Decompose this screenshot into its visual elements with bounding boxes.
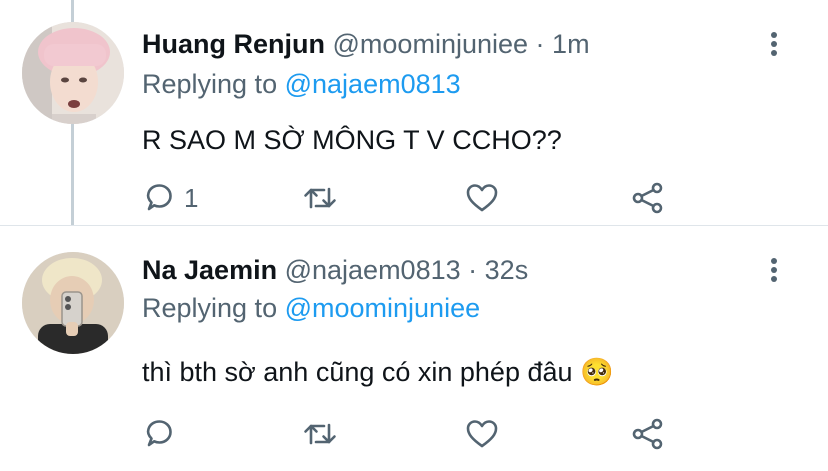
tweet-text: thì bth sờ anh cũng có xin phép đâu 🥺 [142,352,614,392]
replying-to-mention[interactable]: @moominjuniee [285,293,481,323]
retweet-icon [302,181,338,215]
like-button[interactable] [464,414,500,454]
retweet-button[interactable] [302,178,338,218]
heart-icon [464,417,500,451]
reply-icon [142,181,176,215]
separator-dot: · [535,29,545,59]
replying-to-mention[interactable]: @najaem0813 [285,69,461,99]
tweet-2[interactable]: Na Jaemin @najaem0813 · 32s Replying to … [0,226,828,471]
replying-to-line: Replying to @moominjuniee [142,288,480,328]
reply-button[interactable]: 1 [142,178,198,218]
more-vertical-icon[interactable] [756,252,792,288]
action-bar: 1 [142,178,682,218]
reply-icon [142,417,176,451]
like-button[interactable] [464,178,500,218]
more-vertical-icon[interactable] [756,26,792,62]
share-button[interactable] [630,414,666,454]
timestamp[interactable]: 1m [552,29,590,59]
pleading-face-emoji: 🥺 [580,357,614,387]
heart-icon [464,181,500,215]
tweet-header: Huang Renjun @moominjuniee · 1m [142,24,590,64]
reply-count: 1 [184,182,199,213]
share-button[interactable] [630,178,666,218]
separator-dot: · [468,255,478,285]
display-name[interactable]: Na Jaemin [142,255,277,285]
replying-to-line: Replying to @najaem0813 [142,64,461,104]
tweet-header: Na Jaemin @najaem0813 · 32s [142,250,528,290]
tweet-text: R SAO M SỜ MÔNG T V CCHO?? [142,125,562,155]
action-bar [142,414,682,454]
user-handle[interactable]: @moominjuniee [333,29,529,59]
avatar[interactable] [22,22,124,124]
timestamp[interactable]: 32s [485,255,529,285]
replying-to-label: Replying to [142,69,278,99]
share-icon [630,416,666,452]
display-name[interactable]: Huang Renjun [142,29,325,59]
tweet-text-content: thì bth sờ anh cũng có xin phép đâu [142,357,573,387]
retweet-icon [302,417,338,451]
share-icon [630,180,666,216]
replying-to-label: Replying to [142,293,278,323]
avatar[interactable] [22,252,124,354]
reply-button[interactable] [142,414,184,454]
tweet-1[interactable]: Huang Renjun @moominjuniee · 1m Replying… [0,0,828,225]
retweet-button[interactable] [302,414,338,454]
user-handle[interactable]: @najaem0813 [285,255,461,285]
